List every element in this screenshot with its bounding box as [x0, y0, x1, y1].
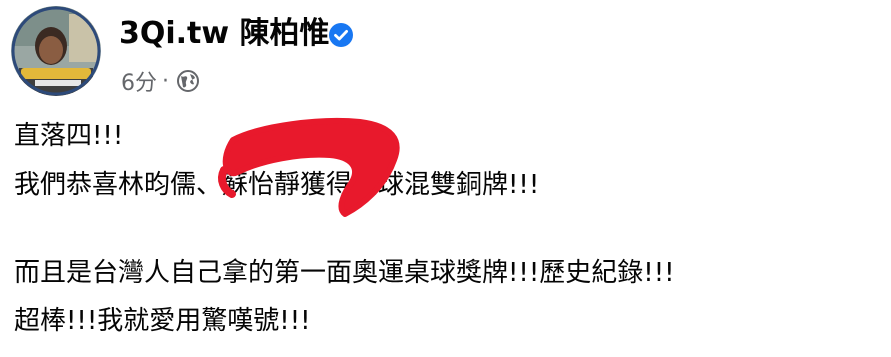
post-meta: 6分 · — [121, 64, 200, 98]
meta-separator: · — [162, 68, 169, 94]
post-text-line-4: 超棒!!!我就愛用驚嘆號!!! — [14, 306, 311, 336]
author-name[interactable]: 3Qi.tw 陳柏惟 — [119, 14, 330, 54]
post-text-line-3: 而且是台灣人自己拿的第一面奧運桌球獎牌!!!歷史紀錄!!! — [14, 258, 675, 288]
verified-badge-icon — [329, 23, 353, 47]
post-text-line-2: 我們恭喜林昀儒、蘇怡靜獲得桌球混雙銅牌!!! — [14, 170, 540, 200]
facebook-post: 3Qi.tw 陳柏惟 6分 · 直落四!!! 我們恭喜林昀儒、蘇怡靜獲得桌球混雙… — [0, 0, 891, 357]
avatar[interactable] — [11, 6, 101, 96]
globe-icon[interactable] — [176, 69, 200, 93]
post-text-line-1: 直落四!!! — [14, 121, 124, 151]
post-timestamp[interactable]: 6分 — [121, 65, 157, 97]
